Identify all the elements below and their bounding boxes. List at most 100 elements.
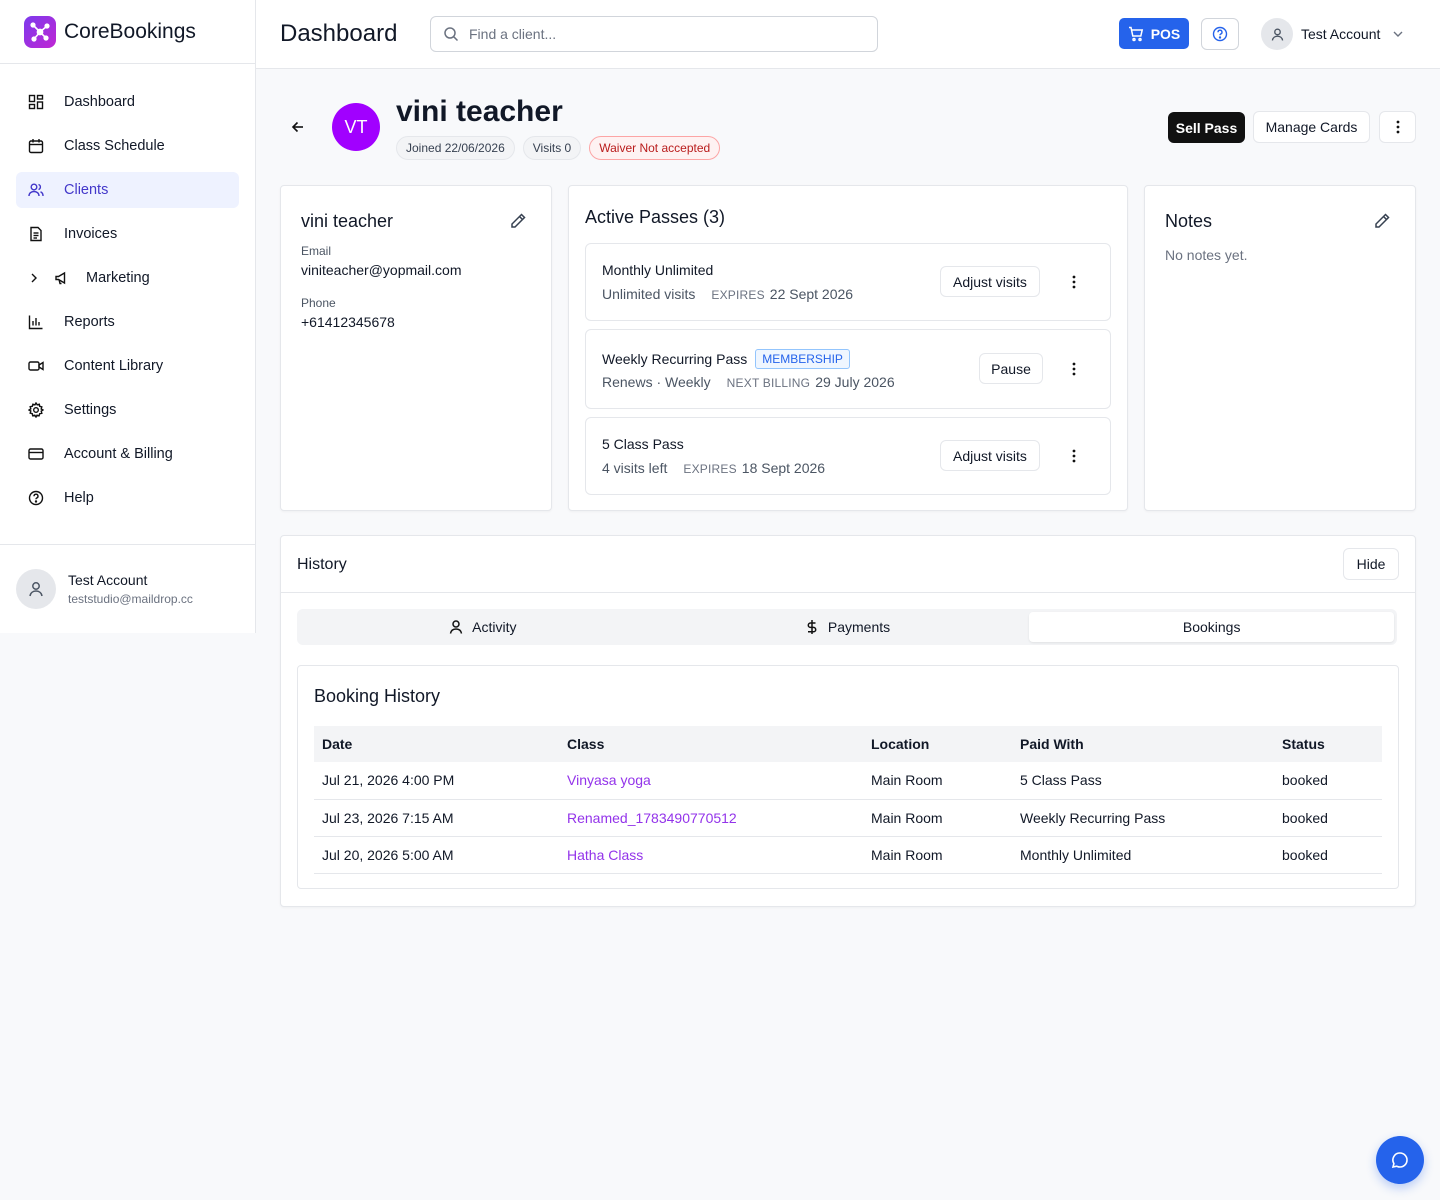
sidebar-item-dashboard[interactable]: Dashboard [16, 84, 239, 120]
brand-logo-icon [24, 15, 56, 48]
joined-badge: Joined 22/06/2026 [396, 136, 515, 160]
pass-info: 4 visits left EXPIRES 18 Sept 2026 [602, 460, 825, 476]
account-menu[interactable]: Test Account [1261, 18, 1404, 50]
pass-item: Weekly Recurring Pass MEMBERSHIP Renews … [585, 329, 1111, 409]
booking-status: booked [1274, 836, 1382, 874]
history-tabs: Activity Payments Bookings [297, 609, 1397, 645]
phone-label: Phone [301, 296, 336, 310]
booking-class-link[interactable]: Vinyasa yoga [559, 762, 863, 800]
email-label: Email [301, 244, 332, 258]
chevron-right-icon[interactable] [28, 272, 40, 284]
pass-name: Monthly Unlimited [602, 262, 713, 278]
sidebar-item-settings[interactable]: Settings [16, 392, 239, 428]
edit-notes-button[interactable] [1373, 212, 1391, 230]
pass-more-button[interactable] [1066, 361, 1082, 377]
sidebar-item-label: Reports [64, 314, 115, 330]
brand-name: CoreBookings [64, 19, 196, 43]
pause-button[interactable]: Pause [979, 353, 1043, 384]
account-name: Test Account [1301, 26, 1381, 42]
booking-status: booked [1274, 762, 1382, 800]
chat-bubble-icon [1391, 1152, 1408, 1169]
sell-pass-button[interactable]: Sell Pass [1168, 112, 1245, 143]
pass-info: Renews · Weekly NEXT BILLING 29 July 202… [602, 374, 895, 390]
sidebar-item-content-library[interactable]: Content Library [16, 348, 239, 384]
sidebar-item-label: Marketing [86, 270, 150, 286]
more-vertical-icon [1072, 449, 1076, 463]
pass-item: Monthly Unlimited Unlimited visits EXPIR… [585, 243, 1111, 321]
chat-button[interactable] [1376, 1136, 1424, 1184]
tab-payments[interactable]: Payments [665, 612, 1030, 642]
visits-badge: Visits 0 [522, 136, 582, 160]
tab-activity[interactable]: Activity [300, 612, 665, 642]
active-passes-card: Active Passes (3) Monthly Unlimited Unli… [568, 185, 1128, 511]
adjust-visits-button[interactable]: Adjust visits [940, 440, 1040, 471]
user-icon [29, 582, 43, 597]
booking-date: Jul 23, 2026 7:15 AM [314, 799, 559, 837]
booking-date: Jul 20, 2026 5:00 AM [314, 836, 559, 874]
top-header: Dashboard POS Test Account [256, 0, 1440, 69]
pass-date-caption: EXPIRES [711, 288, 765, 302]
sidebar-item-invoices[interactable]: Invoices [16, 216, 239, 252]
column-header: Class [559, 726, 863, 762]
booking-date: Jul 21, 2026 4:00 PM [314, 762, 559, 800]
gear-icon [28, 402, 44, 418]
sidebar-item-account-billing[interactable]: Account & Billing [16, 436, 239, 472]
pass-info: Unlimited visits EXPIRES 22 Sept 2026 [602, 286, 853, 302]
booking-class-link[interactable]: Hatha Class [559, 836, 863, 874]
calendar-icon [28, 138, 44, 154]
client-meta-pills: Joined 22/06/2026 Visits 0 Waiver Not ac… [396, 136, 721, 160]
table-row: Jul 20, 2026 5:00 AM Hatha Class Main Ro… [314, 836, 1382, 874]
page-title: Dashboard [280, 20, 398, 47]
more-vertical-icon [1396, 120, 1399, 134]
cart-icon [1128, 26, 1143, 41]
sidebar-user-email: teststudio@maildrop.cc [68, 592, 193, 606]
pass-more-button[interactable] [1066, 448, 1082, 464]
tab-bookings[interactable]: Bookings [1029, 612, 1395, 642]
avatar [1261, 18, 1293, 50]
dollar-icon [804, 619, 820, 635]
sidebar-item-marketing[interactable]: Marketing [16, 260, 239, 296]
pos-button[interactable]: POS [1119, 18, 1189, 49]
email-value: viniteacher@yopmail.com [301, 262, 462, 278]
search-icon [444, 27, 459, 42]
more-actions-button[interactable] [1379, 111, 1416, 143]
pass-more-button[interactable] [1066, 274, 1082, 290]
history-header: History Hide [281, 536, 1415, 593]
pass-name-text: 5 Class Pass [602, 436, 684, 452]
notes-empty: No notes yet. [1165, 247, 1248, 263]
sidebar-user[interactable]: Test Account teststudio@maildrop.cc [0, 544, 255, 633]
table-row: Jul 23, 2026 7:15 AM Renamed_17834907705… [314, 799, 1382, 837]
booking-location: Main Room [863, 762, 1012, 800]
manage-cards-button[interactable]: Manage Cards [1253, 111, 1370, 143]
column-header: Paid With [1012, 726, 1274, 762]
booking-class-link[interactable]: Renamed_1783490770512 [559, 799, 863, 837]
hide-history-button[interactable]: Hide [1343, 548, 1399, 580]
booking-location: Main Room [863, 836, 1012, 874]
edit-details-button[interactable] [509, 212, 527, 230]
client-details-card: vini teacher Email viniteacher@yopmail.c… [280, 185, 552, 511]
column-header: Date [314, 726, 559, 762]
avatar [16, 569, 56, 609]
brand[interactable]: CoreBookings [0, 0, 255, 64]
help-circle-icon [1212, 26, 1228, 42]
adjust-visits-button[interactable]: Adjust visits [940, 266, 1040, 297]
sidebar-item-clients[interactable]: Clients [16, 172, 239, 208]
tab-label: Payments [827, 619, 891, 635]
client-search[interactable] [430, 16, 878, 52]
sidebar-item-class-schedule[interactable]: Class Schedule [16, 128, 239, 164]
pass-name-text: Monthly Unlimited [602, 262, 714, 278]
notes-title: Notes [1165, 211, 1213, 231]
sidebar-item-label: Help [64, 490, 94, 506]
bar-chart-icon [28, 314, 44, 330]
sidebar-item-label: Class Schedule [64, 138, 165, 154]
sidebar-item-label: Invoices [64, 226, 118, 242]
sidebar-item-reports[interactable]: Reports [16, 304, 239, 340]
sidebar-item-help[interactable]: Help [16, 480, 239, 516]
pass-info-text: 4 visits left [602, 460, 668, 476]
notes-card: Notes No notes yet. [1144, 185, 1416, 511]
details-name: vini teacher [301, 211, 394, 231]
booking-history-title: Booking History [314, 686, 441, 706]
back-button[interactable] [288, 117, 308, 137]
search-input[interactable] [469, 26, 849, 42]
help-button[interactable] [1201, 18, 1239, 50]
